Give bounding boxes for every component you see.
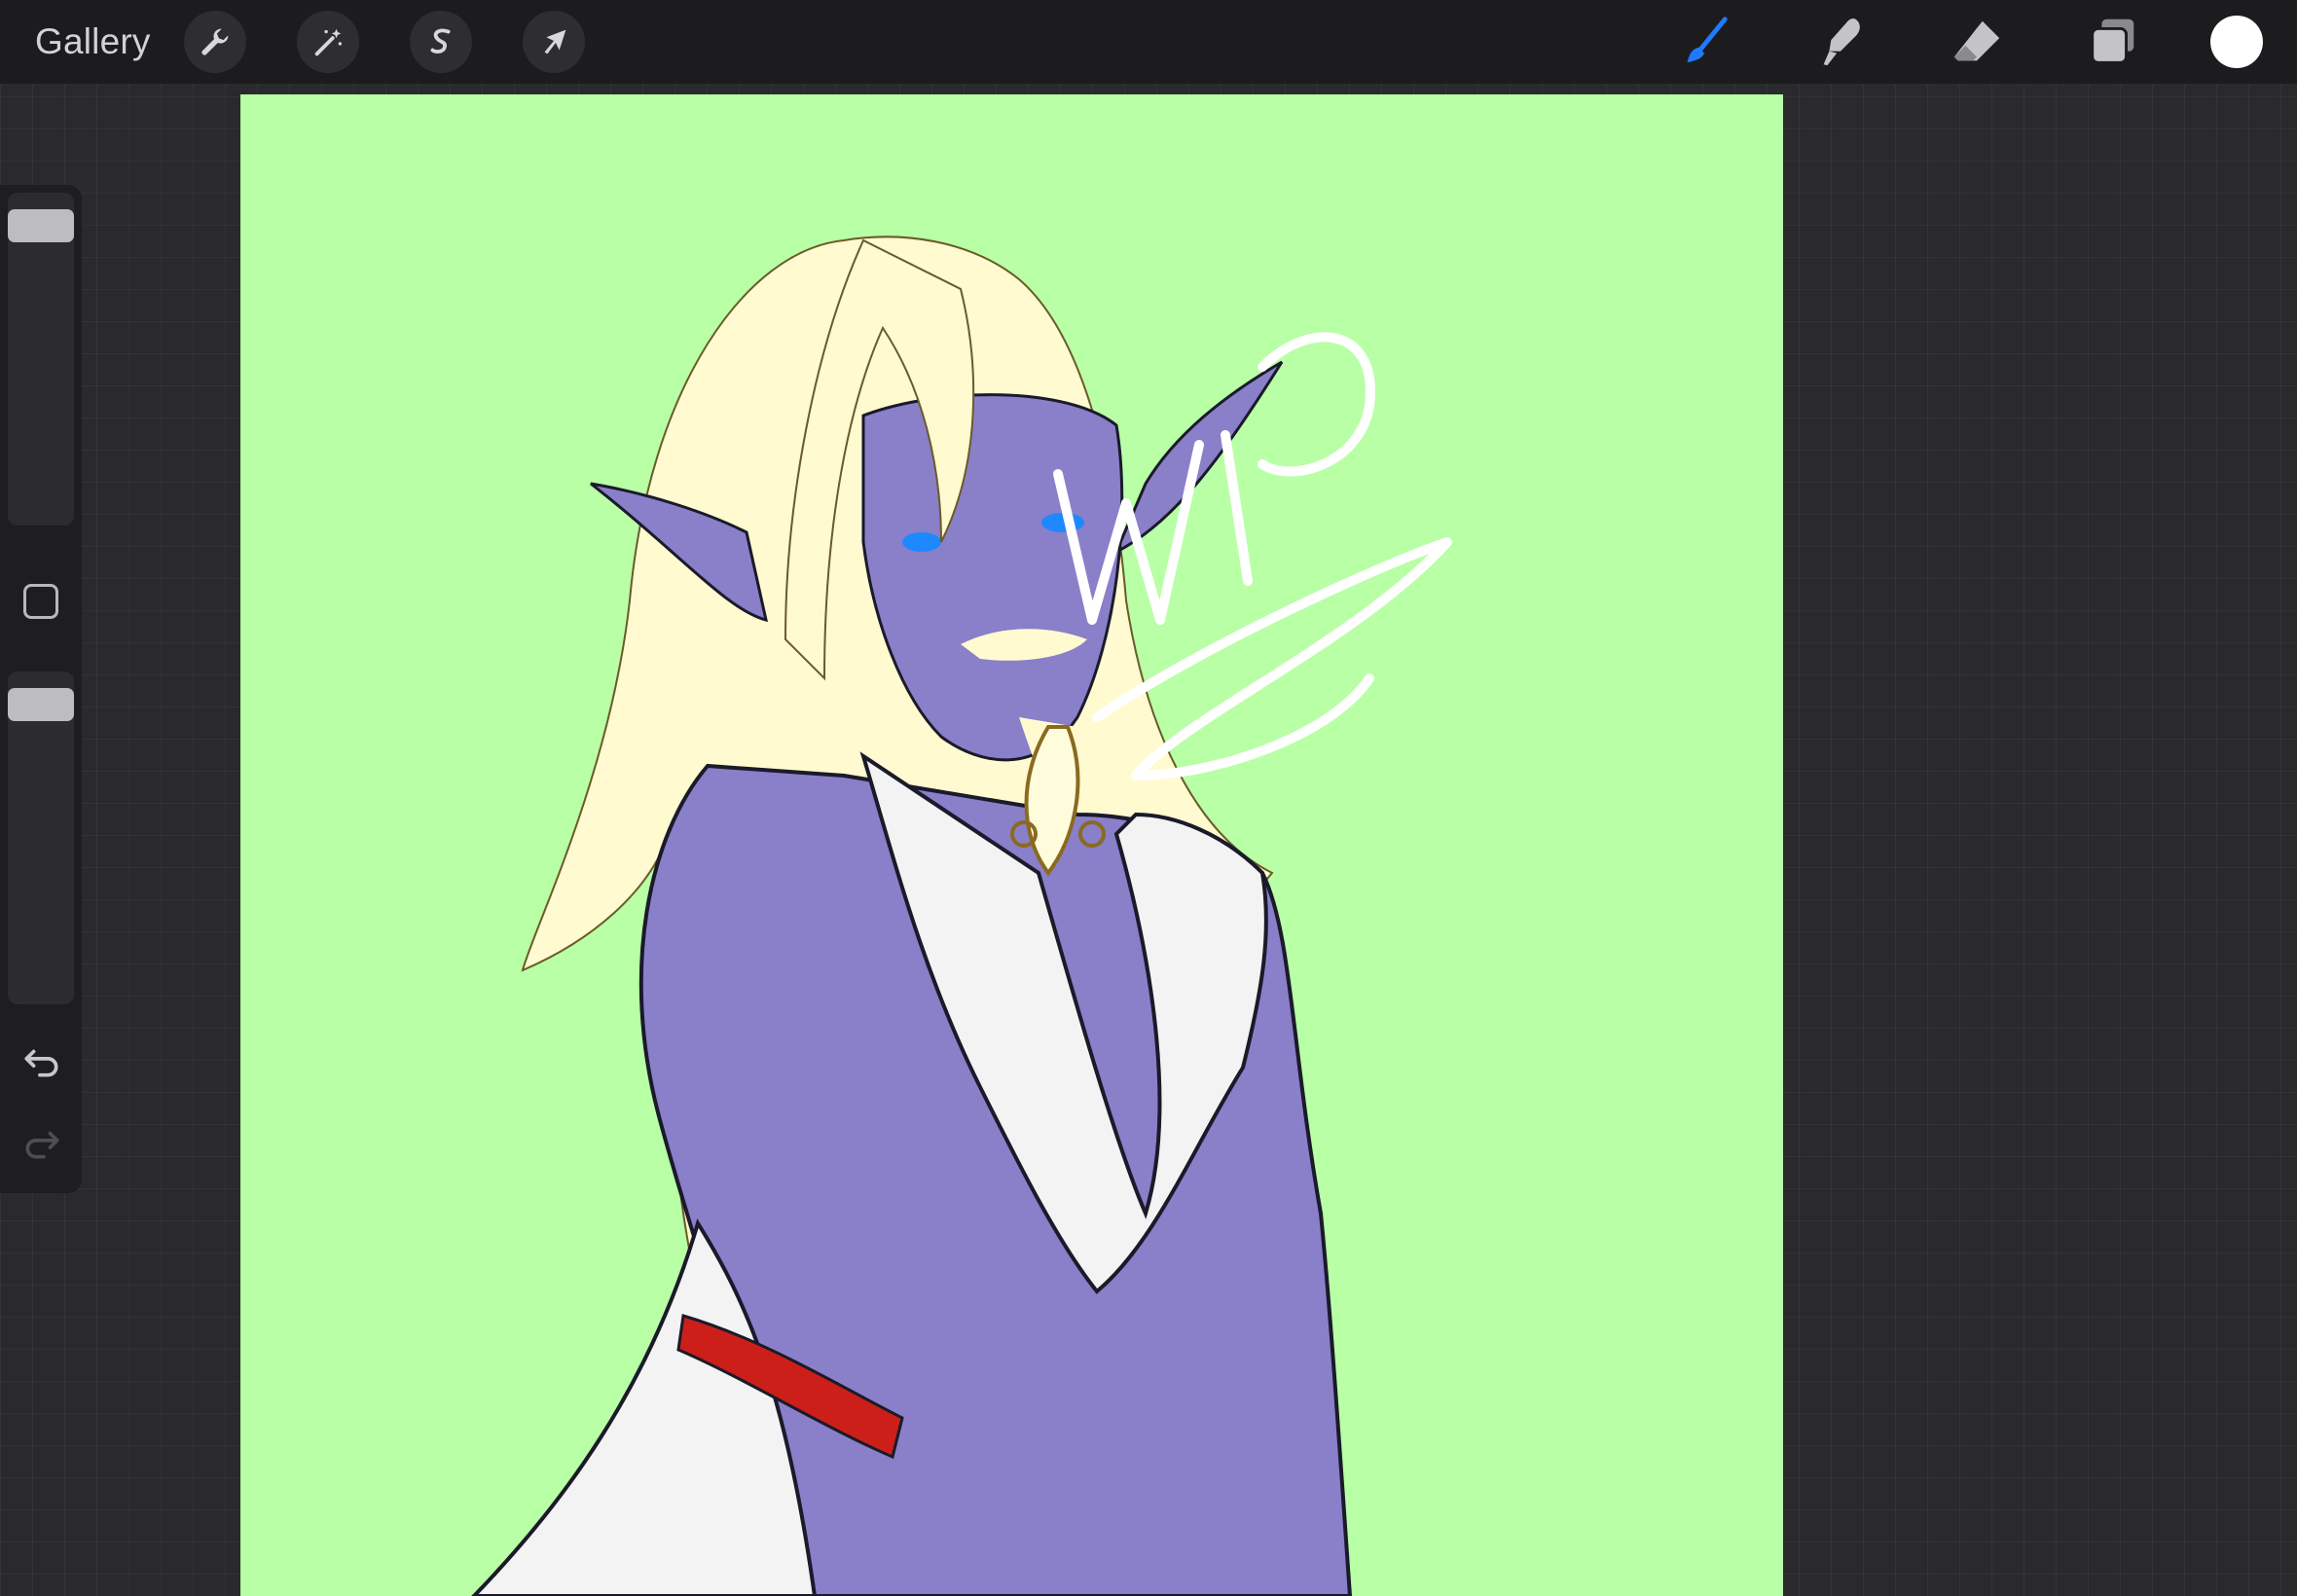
eraser-tool-button[interactable] (1948, 13, 2006, 71)
layers-icon (2091, 18, 2134, 64)
magic-wand-icon (314, 28, 342, 56)
brush-tool-button[interactable] (1675, 13, 1733, 71)
undo-icon[interactable] (21, 1041, 62, 1082)
actions-button[interactable] (183, 11, 246, 73)
brush-size-slider[interactable] (8, 193, 74, 526)
adjustments-button[interactable] (296, 11, 359, 73)
eraser-icon (1953, 20, 2000, 61)
transform-button[interactable] (522, 11, 585, 73)
top-toolbar: Gallery (0, 0, 2297, 84)
brush-size-thumb[interactable] (8, 209, 74, 243)
layers-button[interactable] (2084, 13, 2142, 71)
smudge-finger-icon (1823, 18, 1860, 66)
opacity-slider[interactable] (8, 671, 74, 1004)
brush-icon (1687, 17, 1728, 63)
wrench-icon (201, 28, 228, 55)
selection-s-icon (430, 28, 451, 54)
smudge-tool-button[interactable] (1811, 13, 1870, 71)
opacity-thumb[interactable] (8, 688, 74, 722)
color-picker-swatch[interactable] (2210, 16, 2263, 68)
arrow-cursor-icon (544, 29, 565, 54)
redo-icon[interactable] (21, 1123, 62, 1164)
drawing-canvas[interactable] (240, 94, 1783, 1596)
left-sidebar (0, 185, 82, 1193)
gallery-button[interactable]: Gallery (35, 21, 151, 62)
selection-button[interactable] (409, 11, 472, 73)
square-modify-icon[interactable] (23, 584, 58, 619)
artwork-illustration (471, 236, 1452, 1596)
